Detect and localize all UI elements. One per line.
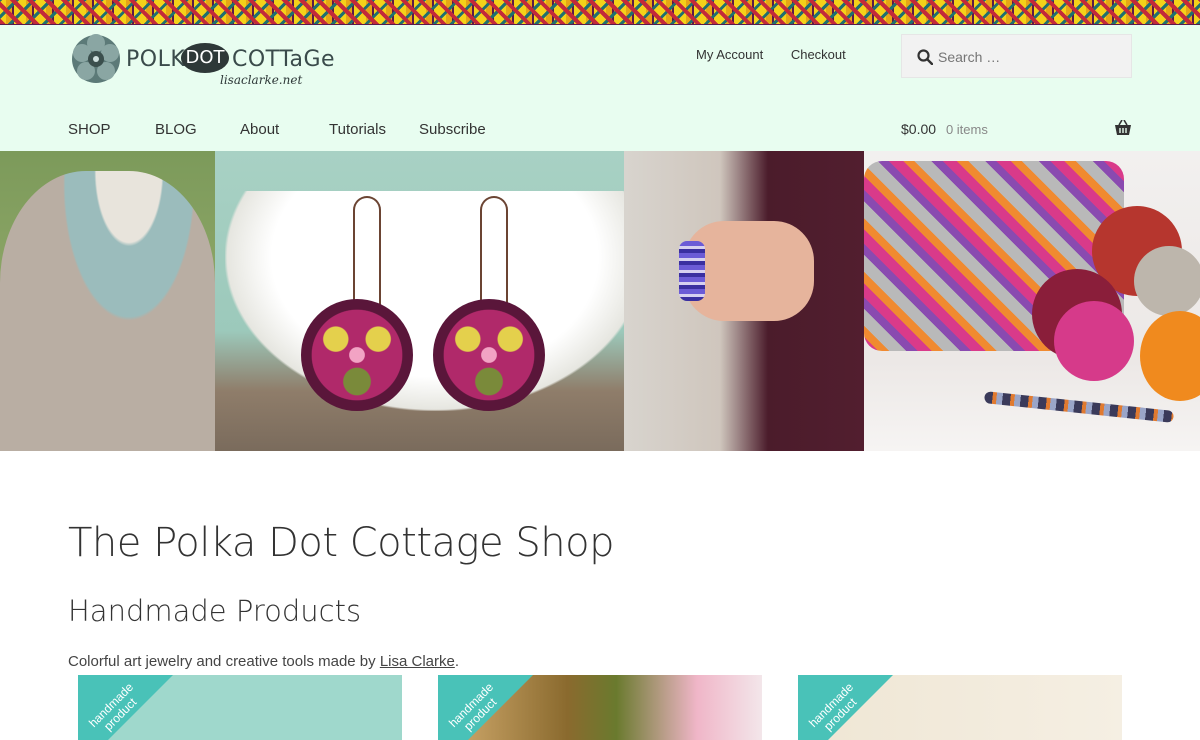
- site-header: POLKA DOT COTTaGe lisaclarke.net My Acco…: [0, 25, 1200, 151]
- cart-item-count: 0 items: [945, 122, 988, 137]
- checkout-link[interactable]: Checkout: [791, 47, 846, 62]
- cart-summary[interactable]: $0.00 0 items: [901, 120, 1132, 137]
- nav-item-subscribe[interactable]: Subscribe: [419, 121, 486, 138]
- account-links: My Account Checkout: [696, 47, 870, 62]
- nav-item-tutorials[interactable]: Tutorials: [329, 121, 386, 138]
- hero-photo-crochet: [864, 151, 1200, 451]
- nav-item-about[interactable]: About: [240, 121, 279, 138]
- product-grid: handmade product handmade product handma…: [78, 675, 1122, 740]
- hero-image-strip: [0, 151, 1200, 451]
- logo-tagline: lisaclarke.net: [220, 73, 303, 87]
- logo-word-dot: DOT: [181, 43, 229, 73]
- nav-item-shop[interactable]: SHOP: [68, 121, 111, 138]
- section-title: Handmade Products: [68, 594, 362, 628]
- search-input[interactable]: [938, 46, 1118, 68]
- flower-logo-icon: [72, 34, 120, 83]
- cart-amount: $0.00: [901, 121, 937, 137]
- hero-photo-sweater: [0, 151, 215, 451]
- logo-word-cottage: COTTaGe: [232, 47, 336, 72]
- search-box: [901, 34, 1132, 78]
- hero-photo-earrings: [215, 151, 624, 451]
- intro-text: Colorful art jewelry and creative tools …: [68, 653, 459, 670]
- shopping-basket-icon[interactable]: [1114, 120, 1132, 136]
- product-card[interactable]: handmade product: [438, 675, 762, 740]
- intro-text-body: Colorful art jewelry and creative tools …: [68, 653, 380, 670]
- hero-photo-bracelet: [624, 151, 864, 451]
- search-icon[interactable]: [917, 49, 933, 65]
- my-account-link[interactable]: My Account: [696, 47, 763, 62]
- site-logo[interactable]: POLKA DOT COTTaGe lisaclarke.net: [70, 33, 335, 93]
- decorative-pattern-band: [0, 0, 1200, 25]
- page-title: The Polka Dot Cottage Shop: [68, 520, 614, 566]
- product-card[interactable]: handmade product: [78, 675, 402, 740]
- product-card[interactable]: handmade product: [798, 675, 1122, 740]
- nav-item-blog[interactable]: BLOG: [155, 121, 197, 138]
- author-link[interactable]: Lisa Clarke: [380, 653, 455, 670]
- intro-text-end: .: [454, 653, 460, 670]
